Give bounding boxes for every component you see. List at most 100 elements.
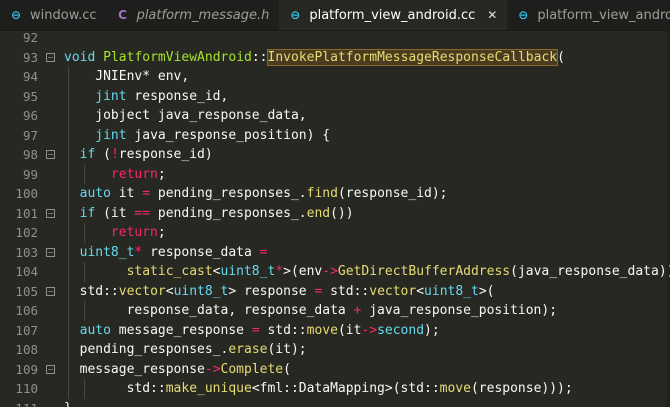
cpp-file-icon: ⊖ (10, 8, 22, 22)
line-number: 104 (15, 264, 38, 279)
code-line[interactable]: 96 jobject java_response_data, (0, 106, 670, 126)
code-text: if (!response_id) (80, 145, 213, 165)
code-token: -> (204, 361, 221, 377)
code-line[interactable]: 94 JNIEnv* env, (0, 67, 670, 87)
code-editor[interactable]: 92 93− void PlatformViewAndroid::InvokePla… (0, 30, 670, 407)
line-number: 96 (22, 108, 38, 123)
fold-toggle-icon[interactable]: − (46, 150, 55, 159)
code-token: -> (322, 264, 338, 279)
code-token: InvokePlatformMessageResponseCallback (266, 48, 559, 66)
code-token: ( (95, 147, 111, 162)
code-token: = (251, 322, 260, 338)
code-text: return; (95, 165, 166, 185)
line-number: 101 (15, 205, 38, 221)
code-token: jint (95, 127, 127, 143)
code-token: (it); (267, 342, 307, 357)
line-number: 108 (15, 342, 38, 357)
code-token: >(env (283, 264, 323, 279)
code-line[interactable]: 110 std::make_unique<fml::DataMapping>(s… (0, 379, 670, 399)
code-token: move (306, 322, 338, 338)
code-token: ); (424, 322, 440, 338)
code-token: jobject java_response_data, (79, 108, 307, 123)
code-line[interactable]: 99 return; (0, 164, 670, 185)
indent-guide (68, 86, 69, 106)
line-number: 100 (15, 186, 38, 201)
fold-toggle-icon[interactable]: − (46, 286, 55, 296)
fold-toggle-icon[interactable]: − (46, 364, 55, 374)
code-line[interactable]: 95 jint response_id, (0, 86, 670, 106)
code-text: response_data, response_data + java_resp… (95, 301, 557, 321)
code-token: = (142, 186, 151, 201)
tab-platform-view-android-j[interactable]: ⊖ platform_view_android.j (507, 0, 670, 30)
fold-toggle-icon[interactable]: − (46, 52, 55, 62)
code-text: jobject java_response_data, (79, 106, 307, 126)
line-number: 98 (22, 147, 38, 162)
code-token: vector (118, 283, 166, 299)
indent-guide (68, 262, 69, 282)
code-line[interactable]: 97 jint java_response_position) { (0, 125, 670, 145)
code-token: < (212, 264, 221, 279)
code-line[interactable]: 101− if (it == pending_responses_.end()) (0, 203, 670, 224)
code-line[interactable]: 93− void PlatformViewAndroid::InvokePlatf… (0, 48, 670, 68)
cpp-file-icon: ⊖ (518, 8, 529, 22)
indent-guide (68, 281, 69, 301)
code-text: auto message_response = std::move(it->se… (80, 321, 440, 341)
close-icon[interactable]: ✕ (487, 8, 497, 22)
indent-guide (83, 262, 85, 282)
tab-platform-view-android-cc[interactable]: ⊖ platform_view_android.cc ✕ (279, 0, 508, 30)
code-token: jint (95, 88, 127, 104)
line-number: 97 (22, 127, 38, 143)
code-line[interactable]: 111} (0, 399, 670, 407)
line-number: 95 (22, 88, 38, 104)
code-token: ; (157, 166, 166, 182)
line-number: 111 (0, 399, 38, 407)
cpp-file-icon: ⊖ (290, 8, 301, 22)
code-token: if (79, 205, 96, 221)
code-line[interactable]: 106 response_data, response_data + java_… (0, 301, 670, 321)
code-token: make_unique (165, 381, 252, 396)
code-line[interactable]: 108 pending_responses_.erase(it); (0, 340, 670, 360)
code-token: std:: (322, 283, 370, 299)
indent-guide (68, 379, 69, 399)
code-token: ( (557, 49, 565, 65)
code-line[interactable]: 103− uint8_t* response_data = (0, 242, 670, 262)
code-line[interactable]: 92 (0, 30, 670, 48)
code-line[interactable]: 102 return; (0, 223, 670, 243)
code-token: message_response (110, 322, 252, 338)
fold-toggle-icon[interactable]: − (46, 208, 55, 218)
code-line[interactable]: 98− if (!response_id) (0, 145, 670, 165)
code-token: return (110, 166, 158, 182)
tab-platform-message-h[interactable]: Cplatform_message.h (106, 0, 280, 30)
code-text: if (it == pending_responses_.end()) (80, 204, 354, 224)
code-token: vector (369, 283, 417, 299)
tab-window-cc[interactable]: ⊖ window.cc (0, 0, 107, 30)
code-text: JNIEnv* env, (79, 67, 190, 87)
code-token: ! (110, 147, 119, 162)
code-token: if (79, 147, 96, 162)
indent-guide (68, 242, 69, 262)
c-header-file-icon: C (118, 8, 127, 22)
code-line[interactable]: 104 static_cast<uint8_t*>(env->GetDirect… (0, 262, 670, 282)
indent-guide (68, 320, 69, 340)
code-token: JNIEnv* env, (79, 69, 190, 84)
code-line[interactable]: 105− std::vector<uint8_t> response = std:… (0, 281, 670, 301)
fold-toggle-icon[interactable]: − (46, 247, 55, 257)
indent-guide (83, 379, 85, 399)
code-token: move (439, 381, 471, 396)
code-token: :: (251, 49, 268, 65)
indent-guide (68, 125, 69, 145)
code-text: } (64, 399, 72, 407)
code-line[interactable]: 107 auto message_response = std::move(it-… (0, 320, 670, 341)
code-line[interactable]: 109− message_response->Complete( (0, 359, 670, 380)
code-text: message_response->Complete( (80, 360, 291, 380)
code-token: auto (79, 186, 111, 201)
code-token: > response (228, 283, 315, 299)
indent-guide (68, 203, 69, 223)
indent-guide (68, 223, 69, 243)
code-token: (response))); (470, 381, 573, 396)
code-token: response_id) (118, 147, 213, 162)
code-line[interactable]: 100 auto it = pending_responses_.find(res… (0, 184, 670, 204)
